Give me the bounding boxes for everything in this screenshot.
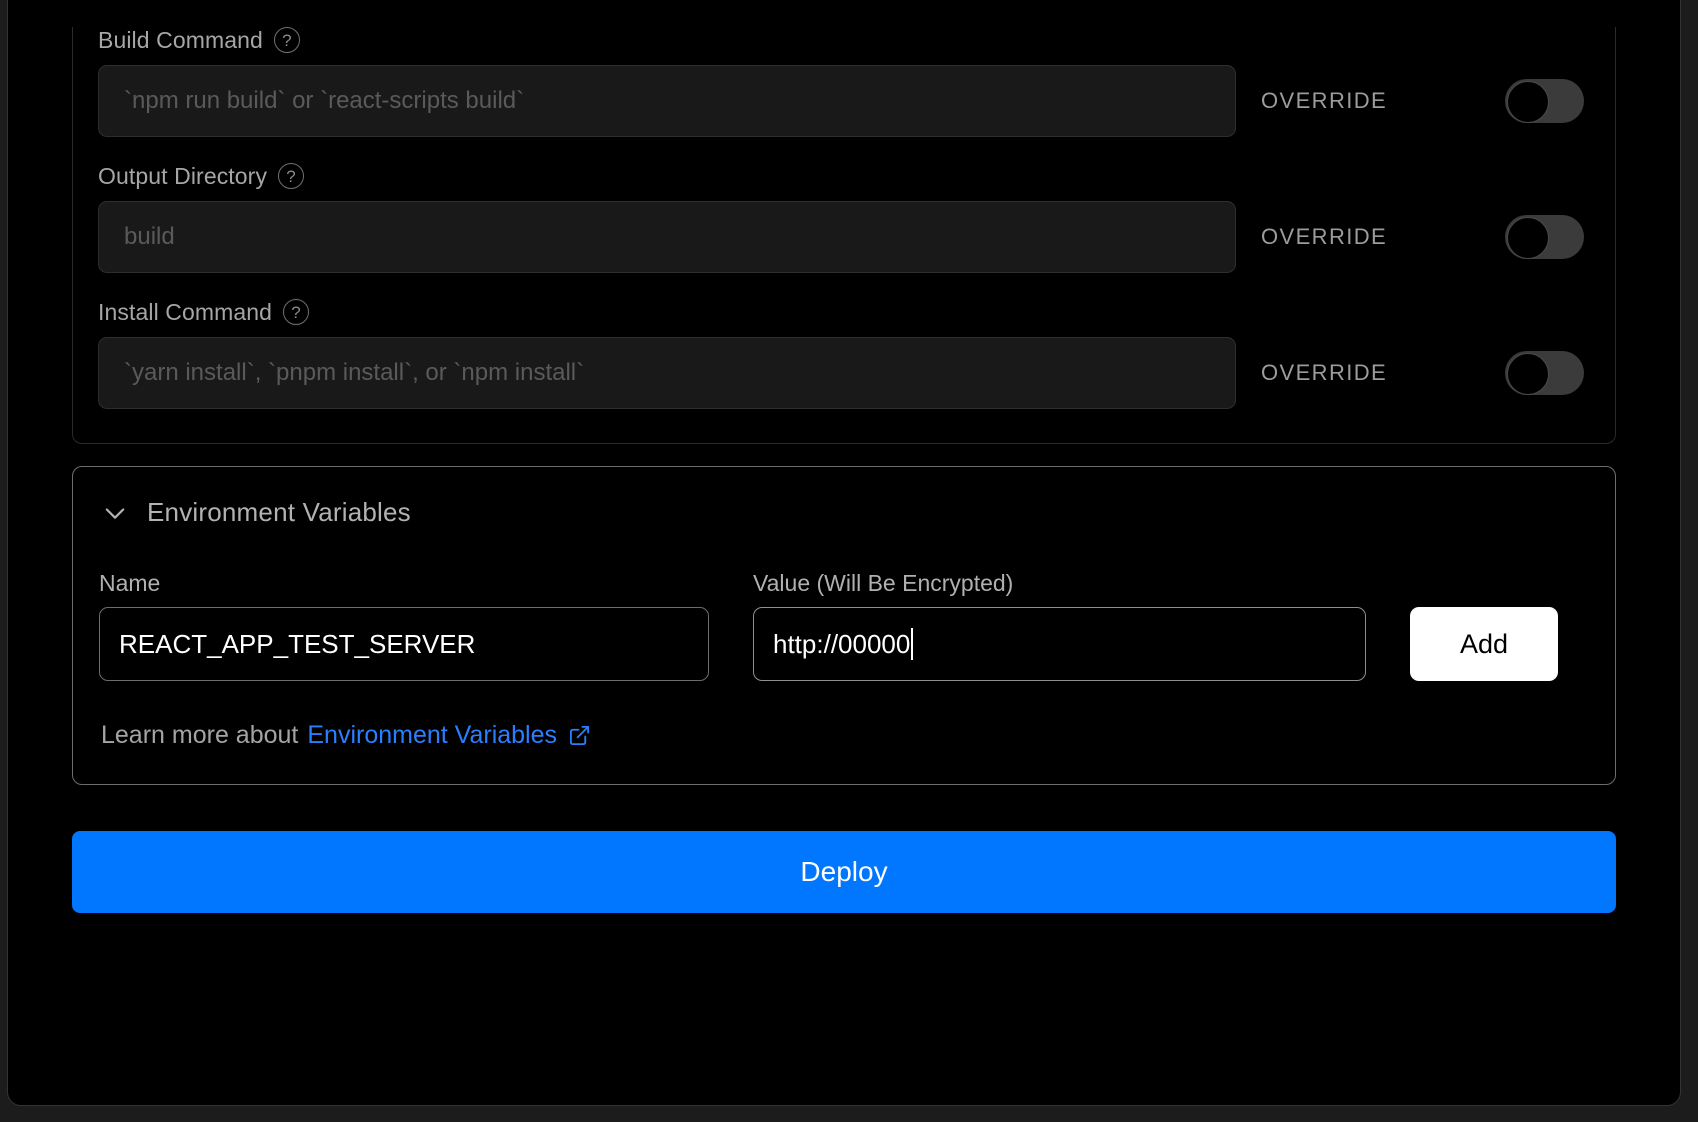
output-directory-label-group: Output Directory ? bbox=[98, 163, 1236, 189]
install-command-override-group: OVERRIDE bbox=[1261, 337, 1585, 409]
build-command-label-group: Build Command ? bbox=[98, 27, 1236, 53]
deploy-button[interactable]: Deploy bbox=[72, 831, 1616, 913]
build-command-override-group: OVERRIDE bbox=[1261, 65, 1585, 137]
build-and-output-settings-panel: Build Command ? OVERRIDE Output Director… bbox=[72, 27, 1616, 444]
build-command-label: Build Command bbox=[98, 26, 263, 53]
environment-variables-panel: Environment Variables Name Value (Will B… bbox=[72, 466, 1616, 785]
install-command-override-label: OVERRIDE bbox=[1261, 360, 1388, 385]
build-command-override-toggle[interactable] bbox=[1505, 79, 1585, 123]
help-circle-icon[interactable]: ? bbox=[273, 27, 300, 53]
output-directory-label: Output Directory bbox=[98, 162, 268, 189]
external-link-icon[interactable] bbox=[568, 724, 591, 747]
env-name-label: Name bbox=[99, 570, 161, 596]
output-directory-override-group: OVERRIDE bbox=[1261, 201, 1585, 273]
install-command-override-toggle[interactable] bbox=[1505, 351, 1585, 395]
learn-more-prefix-text: Learn more about bbox=[101, 721, 299, 749]
environment-variables-title: Environment Variables bbox=[147, 497, 411, 527]
env-name-input[interactable] bbox=[99, 607, 709, 681]
help-circle-icon[interactable]: ? bbox=[283, 299, 310, 325]
output-directory-row: Output Directory ? OVERRIDE bbox=[73, 163, 1615, 273]
build-command-override-label: OVERRIDE bbox=[1261, 88, 1388, 113]
output-directory-override-label: OVERRIDE bbox=[1261, 224, 1388, 249]
help-circle-icon[interactable]: ? bbox=[278, 163, 305, 189]
install-command-input[interactable] bbox=[98, 337, 1236, 409]
output-directory-override-toggle[interactable] bbox=[1505, 215, 1585, 259]
env-value-field: Value (Will Be Encrypted) http://00000 bbox=[753, 572, 1366, 681]
install-command-label: Install Command bbox=[98, 298, 273, 325]
add-environment-variable-button[interactable]: Add bbox=[1410, 607, 1558, 681]
environment-variables-docs-link[interactable]: Environment Variables bbox=[307, 721, 557, 750]
build-command-row: Build Command ? OVERRIDE bbox=[73, 27, 1615, 137]
build-command-input[interactable] bbox=[98, 65, 1236, 137]
output-directory-input[interactable] bbox=[98, 201, 1236, 273]
install-command-label-group: Install Command ? bbox=[98, 299, 1236, 325]
env-value-text: http://00000 bbox=[773, 629, 911, 659]
output-directory-field: Output Directory ? bbox=[98, 163, 1236, 273]
environment-variables-section-toggle[interactable]: Environment Variables bbox=[73, 497, 1615, 528]
install-command-row: Install Command ? OVERRIDE bbox=[73, 299, 1615, 409]
install-command-field: Install Command ? bbox=[98, 299, 1236, 409]
build-command-field: Build Command ? bbox=[98, 27, 1236, 137]
env-value-label: Value (Will Be Encrypted) bbox=[753, 570, 1014, 596]
deploy-configuration-dialog: Build Command ? OVERRIDE Output Director… bbox=[7, 0, 1681, 1106]
env-value-input[interactable]: http://00000 bbox=[753, 607, 1366, 681]
text-cursor bbox=[911, 628, 914, 660]
learn-more-row: Learn more about Environment Variables bbox=[73, 721, 1615, 750]
chevron-down-icon bbox=[105, 507, 125, 519]
dialog-content: Build Command ? OVERRIDE Output Director… bbox=[8, 1, 1680, 913]
environment-variable-form: Name Value (Will Be Encrypted) http://00… bbox=[73, 572, 1615, 681]
env-name-field: Name bbox=[99, 572, 709, 681]
